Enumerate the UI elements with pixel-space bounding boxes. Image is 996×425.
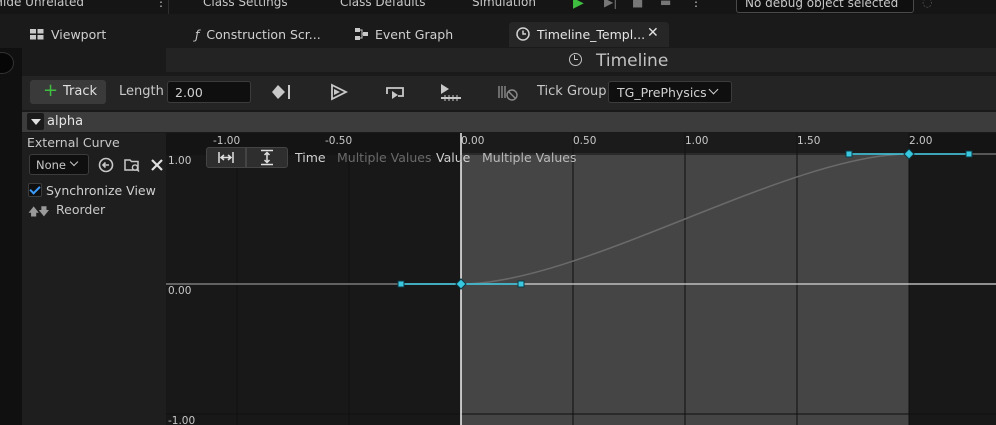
chevron-down-icon xyxy=(69,157,79,167)
reorder-label: Reorder xyxy=(56,202,106,217)
function-icon: ƒ xyxy=(195,27,200,42)
autoplay-icon[interactable] xyxy=(327,82,351,102)
x-tick-label: 0.00 xyxy=(461,135,484,147)
length-input[interactable]: 2.00 xyxy=(167,81,251,103)
use-selected-icon[interactable] xyxy=(97,156,115,174)
y-tick-label: -1.00 xyxy=(168,415,195,425)
track-properties xyxy=(22,133,166,425)
fit-horizontal-icon xyxy=(218,152,234,163)
debug-object-value: No debug object selected xyxy=(745,0,899,10)
curve-plot[interactable]: -1.00 -0.50 0.00 0.50 1.00 1.50 2.00 1.00 0.00 -1… xyxy=(166,133,996,425)
clock-icon xyxy=(516,27,530,41)
x-tick-label: -0.50 xyxy=(325,135,352,147)
page-title: Timeline xyxy=(596,51,669,71)
fit-vertical-icon xyxy=(261,149,273,166)
tick-group-label: Tick Group xyxy=(537,84,607,99)
time-value[interactable]: Multiple Values xyxy=(337,150,431,165)
toolbar-divider xyxy=(168,0,169,14)
tab-bar xyxy=(0,15,996,48)
tick-group-select[interactable]: TG_PrePhysics xyxy=(608,81,732,103)
external-curve-select[interactable]: None xyxy=(29,154,89,175)
debug-browse-icon[interactable]: ◌ xyxy=(922,0,932,9)
class-settings-button[interactable]: Class Settings xyxy=(203,0,288,9)
use-last-keyframe-icon[interactable] xyxy=(272,82,296,102)
y-tick-label: 0.00 xyxy=(168,285,191,297)
x-tick-label: -1.00 xyxy=(213,135,240,147)
replicated-icon[interactable] xyxy=(439,82,463,102)
loop-icon[interactable] xyxy=(383,82,407,102)
x-tick-label: 2.00 xyxy=(909,135,932,147)
x-tick-label: 0.50 xyxy=(573,135,596,147)
tangent-handle xyxy=(965,150,973,158)
more-options-icon[interactable]: ⋮ xyxy=(155,0,167,9)
collapse-arrow-icon[interactable] xyxy=(27,113,44,130)
fit-vertical-button[interactable] xyxy=(246,147,288,168)
curve-editor[interactable]: -1.00 -0.50 0.00 0.50 1.00 1.50 2.00 1.00 0.00 -1… xyxy=(166,133,996,425)
simulation-button[interactable]: Simulation xyxy=(472,0,536,9)
length-label: Length xyxy=(119,84,164,99)
eject-icon[interactable]: ▬ xyxy=(660,0,671,9)
tangent-handle xyxy=(397,280,405,288)
step-icon[interactable]: ▶| xyxy=(604,0,617,9)
time-label: Time xyxy=(295,150,326,165)
close-tab-icon[interactable]: ✕ xyxy=(647,25,659,41)
tab-construction-script-label: Construction Scr... xyxy=(206,27,321,42)
left-panel-edge xyxy=(0,48,22,425)
track-name[interactable]: alpha xyxy=(47,114,83,129)
add-track-button[interactable]: + Track xyxy=(30,80,106,104)
class-defaults-button[interactable]: Class Defaults xyxy=(340,0,425,9)
viewport-icon xyxy=(30,29,44,40)
play-icon[interactable]: ▶ xyxy=(573,0,584,11)
tangent-handle xyxy=(845,150,853,158)
tangent-handle xyxy=(517,280,525,288)
graph-icon xyxy=(355,28,368,40)
top-toolbar: Hide Unrelated ⋮ Class Settings Class De… xyxy=(0,0,996,14)
value-label: Value xyxy=(436,150,471,165)
tab-viewport-label: Viewport xyxy=(51,27,107,42)
reorder-arrows-icon[interactable]: 🡅🡇 xyxy=(28,203,50,222)
chevron-down-icon xyxy=(708,84,719,95)
x-tick-label: 1.00 xyxy=(685,135,708,147)
external-curve-value: None xyxy=(36,158,67,172)
ignore-time-dilation-icon[interactable] xyxy=(496,82,520,102)
fit-horizontal-button[interactable] xyxy=(206,147,246,168)
synchronize-view-checkbox[interactable] xyxy=(28,183,42,197)
tick-group-value: TG_PrePhysics xyxy=(617,85,707,100)
tab-timeline[interactable]: Timeline_Templ... ✕ xyxy=(509,22,669,47)
tab-viewport[interactable]: Viewport xyxy=(30,27,106,53)
plus-icon: + xyxy=(43,80,59,101)
browse-icon[interactable] xyxy=(123,156,141,174)
x-tick-label: 1.50 xyxy=(797,135,820,147)
stop-icon[interactable]: ■ xyxy=(632,0,643,9)
tab-event-graph-label: Event Graph xyxy=(375,27,454,42)
length-value: 2.00 xyxy=(175,85,203,100)
synchronize-view-label: Synchronize View xyxy=(46,183,156,198)
track-header[interactable] xyxy=(22,112,996,132)
debug-object-select[interactable]: No debug object selected xyxy=(736,0,914,13)
clear-icon[interactable] xyxy=(148,156,166,174)
value-value[interactable]: Multiple Values xyxy=(482,150,576,165)
play-options-icon[interactable]: ⋮ xyxy=(690,0,702,9)
external-curve-label: External Curve xyxy=(27,135,120,150)
add-track-label: Track xyxy=(63,84,98,99)
tab-timeline-label: Timeline_Templ... xyxy=(537,27,646,42)
clock-icon xyxy=(569,53,582,66)
y-tick-label: 1.00 xyxy=(168,155,191,167)
hide-unrelated-button[interactable]: Hide Unrelated xyxy=(0,0,84,9)
